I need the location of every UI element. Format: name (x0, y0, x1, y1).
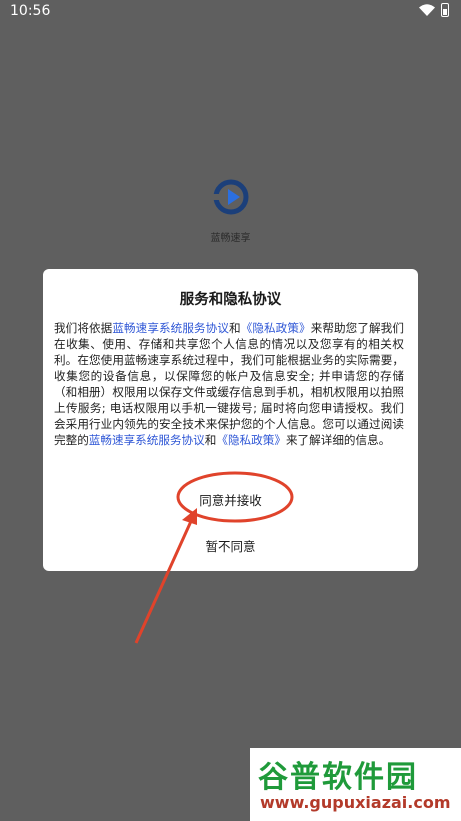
agree-button[interactable]: 同意并接收 (43, 490, 418, 509)
status-bar: 10:56 (0, 0, 461, 24)
app-logo-icon (213, 179, 249, 215)
service-agreement-link[interactable]: 蓝畅速享系统服务协议 (112, 321, 229, 335)
service-agreement-link-2[interactable]: 蓝畅速享系统服务协议 (89, 433, 205, 447)
app-name: 蓝畅速享 (210, 233, 251, 244)
status-time: 10:56 (10, 3, 51, 19)
privacy-policy-link[interactable]: 《隐私政策》 (241, 321, 311, 335)
body-text: 和 (204, 433, 217, 447)
wifi-icon (419, 4, 435, 16)
privacy-policy-link-2[interactable]: 《隐私政策》 (216, 433, 286, 447)
watermark: 谷普软件园 www.gupuxiazai.com (250, 748, 461, 821)
watermark-title: 谷普软件园 (258, 760, 418, 795)
body-text: 来了解详细的信息。 (285, 433, 391, 447)
dialog-title: 服务和隐私协议 (179, 292, 282, 308)
disagree-button[interactable]: 暂不同意 (43, 536, 418, 555)
battery-icon (441, 3, 449, 17)
status-icons (419, 3, 449, 17)
body-text: 来帮助您了解我们在收集、使用、存储和共享您个人信息的情况以及您享有的相关权利。在… (54, 321, 404, 447)
dialog-body: 我们将依据蓝畅速享系统服务协议和《隐私政策》来帮助您了解我们在收集、使用、存储和… (54, 320, 404, 448)
body-text: 我们将依据 (54, 321, 113, 335)
watermark-url: www.gupuxiazai.com (260, 793, 451, 812)
privacy-dialog: 服务和隐私协议 我们将依据蓝畅速享系统服务协议和《隐私政策》来帮助您了解我们在收… (43, 269, 418, 571)
body-text: 和 (229, 321, 241, 335)
